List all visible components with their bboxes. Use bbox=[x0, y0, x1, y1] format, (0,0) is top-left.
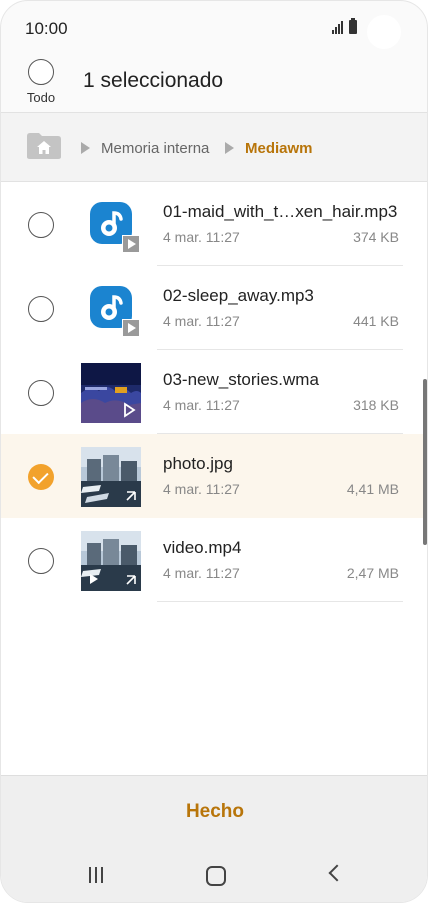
home-folder-icon[interactable] bbox=[26, 132, 62, 160]
select-all-label: Todo bbox=[26, 90, 56, 105]
file-name: photo.jpg bbox=[163, 454, 233, 473]
file-row[interactable]: 03-new_stories.wma 4 mar. 11:27 318 KB bbox=[1, 350, 427, 434]
file-row[interactable]: 02-sleep_away.mp3 4 mar. 11:27 441 KB bbox=[1, 266, 427, 350]
row-checkbox-checked[interactable] bbox=[28, 464, 54, 490]
file-row-selected[interactable]: photo.jpg 4 mar. 11:27 4,41 MB bbox=[1, 434, 427, 518]
file-size: 318 KB bbox=[353, 397, 399, 413]
file-name: 03-new_stories.wma bbox=[163, 370, 319, 389]
file-size: 441 KB bbox=[353, 313, 399, 329]
selection-header: Todo 1 seleccionado bbox=[1, 57, 427, 113]
camera-cutout bbox=[367, 15, 401, 49]
file-name: 02-sleep_away.mp3 bbox=[163, 286, 314, 305]
recent-apps-icon[interactable] bbox=[87, 866, 105, 884]
row-checkbox[interactable] bbox=[28, 212, 54, 238]
breadcrumb-arrow-icon bbox=[81, 142, 90, 154]
status-bar: 10:00 bbox=[1, 1, 427, 57]
file-name: video.mp4 bbox=[163, 538, 242, 557]
battery-icon bbox=[349, 18, 357, 34]
system-nav-bar bbox=[1, 858, 427, 894]
file-date: 4 mar. 11:27 bbox=[163, 481, 240, 497]
back-icon[interactable] bbox=[328, 864, 346, 882]
breadcrumb: Memoria interna Mediawm bbox=[1, 113, 427, 181]
photo-thumbnail bbox=[81, 447, 141, 507]
file-size: 4,41 MB bbox=[346, 481, 399, 497]
select-all-toggle[interactable]: Todo bbox=[19, 59, 63, 109]
file-date: 4 mar. 11:27 bbox=[163, 313, 240, 329]
select-all-checkbox[interactable] bbox=[28, 59, 54, 85]
file-date: 4 mar. 11:27 bbox=[163, 229, 240, 245]
status-icons bbox=[332, 18, 357, 34]
selection-count-title: 1 seleccionado bbox=[83, 69, 224, 92]
scrollbar[interactable] bbox=[423, 379, 427, 545]
audio-file-icon bbox=[81, 279, 141, 339]
status-time: 10:00 bbox=[25, 19, 68, 38]
bottom-bar: Hecho bbox=[1, 776, 427, 902]
file-list: 01-maid_with_t…xen_hair.mp3 4 mar. 11:27… bbox=[1, 182, 427, 776]
done-button[interactable]: Hecho bbox=[151, 796, 279, 828]
home-icon[interactable] bbox=[206, 866, 226, 886]
breadcrumb-arrow-icon bbox=[225, 142, 234, 154]
album-art-thumbnail bbox=[81, 363, 141, 423]
breadcrumb-internal-storage[interactable]: Memoria interna bbox=[101, 140, 209, 157]
row-checkbox[interactable] bbox=[28, 296, 54, 322]
file-date: 4 mar. 11:27 bbox=[163, 397, 240, 413]
file-row[interactable]: 01-maid_with_t…xen_hair.mp3 4 mar. 11:27… bbox=[1, 182, 427, 266]
file-size: 2,47 MB bbox=[346, 565, 399, 581]
file-size: 374 KB bbox=[353, 229, 399, 245]
phone-screen: 10:00 Todo 1 seleccionado Memoria intern… bbox=[0, 0, 428, 903]
row-divider bbox=[157, 601, 403, 602]
video-thumbnail bbox=[81, 531, 141, 591]
row-checkbox[interactable] bbox=[28, 548, 54, 574]
signal-icon bbox=[332, 20, 343, 34]
file-date: 4 mar. 11:27 bbox=[163, 565, 240, 581]
row-checkbox[interactable] bbox=[28, 380, 54, 406]
audio-file-icon bbox=[81, 195, 141, 255]
file-name: 01-maid_with_t…xen_hair.mp3 bbox=[163, 202, 398, 221]
file-row[interactable]: video.mp4 4 mar. 11:27 2,47 MB bbox=[1, 518, 427, 602]
breadcrumb-current-folder[interactable]: Mediawm bbox=[245, 140, 313, 157]
